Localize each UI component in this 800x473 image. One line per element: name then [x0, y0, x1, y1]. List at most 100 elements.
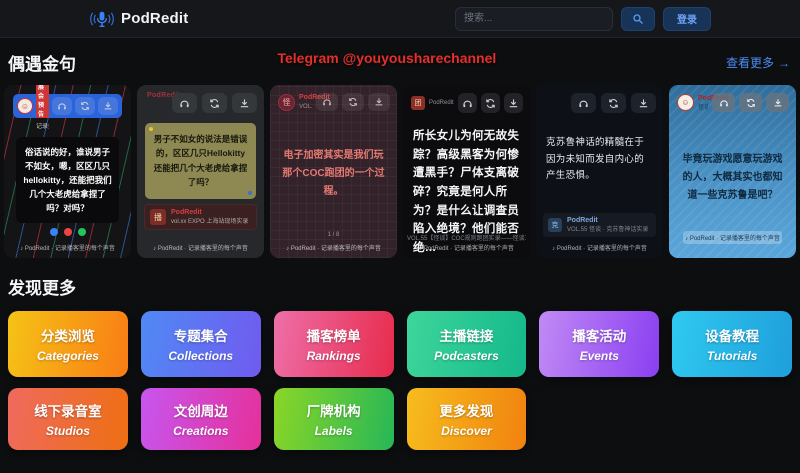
refresh-button[interactable] — [75, 97, 95, 115]
author-name: PodRedit — [299, 94, 330, 101]
card4-author-bar: 团 PodRedit — [411, 93, 524, 113]
category-button-rankings[interactable]: 播客榜单 Rankings — [273, 311, 394, 377]
brand[interactable]: PodRedit — [89, 9, 188, 29]
quote-text: 电子加密其实是我们玩那个COC跑团的一个过程。 — [282, 150, 385, 197]
category-button-tutorials[interactable]: 设备教程 Tutorials — [672, 311, 792, 377]
discover-section-title: 发现更多 — [8, 279, 76, 298]
category-button-categories[interactable]: 分类浏览 Categories — [8, 311, 128, 377]
headphones-icon — [462, 98, 473, 109]
download-icon — [773, 98, 783, 108]
category-button-creations[interactable]: 文创周边 Creations — [140, 388, 261, 450]
category-label-en: Labels — [314, 424, 353, 438]
refresh-button[interactable] — [739, 93, 762, 112]
quote-card-2[interactable]: PodRedit 男子不如女的说法是错误的，区区几只Hellokitty还能把几… — [137, 85, 264, 258]
author-subtitle: 怪谈 · 第四期 — [698, 104, 708, 111]
category-label-zh: 主播链接 — [439, 329, 494, 344]
quote-text: 男子不如女的说法是错误的，区区几只Hellokitty还能把几个大老虎给拿捏了吗… — [153, 134, 248, 188]
author-name: PodRedit — [171, 209, 202, 216]
quote-text: 俗话说的好，谁说男子不如女，嗯，区区几只hellokitty，还能把我们几个大老… — [16, 137, 119, 224]
category-button-podcasters[interactable]: 主播链接 Podcasters — [406, 311, 527, 377]
author-strip: 克 PodRedit VOL.55 怪谈 · 克苏鲁神话实录 — [543, 213, 656, 237]
category-label-zh: 文创周边 — [173, 404, 228, 419]
listen-button[interactable] — [712, 93, 735, 112]
download-button[interactable] — [503, 93, 524, 113]
avatar: ☺ — [677, 94, 694, 111]
quote-card-4[interactable]: 团 PodRedit 所长女儿为何无故失踪？高级黑客为何惨遭黑手？尸体支离破碎？… — [403, 85, 530, 258]
quote-card-1[interactable]: ☺ 展会预告 记录播客的每个声音 俗话说的好，谁说男子不如女，嗯，区区几只hel… — [4, 85, 131, 258]
category-label-zh: 分类浏览 — [40, 329, 95, 344]
download-button[interactable] — [766, 93, 789, 112]
refresh-icon — [608, 98, 619, 109]
category-label-en: Categories — [36, 349, 99, 363]
blue-dot — [49, 228, 58, 236]
search-button[interactable] — [621, 6, 655, 31]
avatar: 克 — [548, 218, 562, 232]
quotes-section-header: 偶遇金句 Telegram @youyousharechannel 查看更多 → — [0, 38, 800, 85]
avatar: 播 — [150, 209, 166, 225]
corner-dot — [149, 127, 153, 131]
refresh-icon — [209, 98, 220, 109]
download-icon — [638, 98, 649, 109]
download-button[interactable] — [232, 93, 257, 113]
view-more-label: 查看更多 — [725, 56, 774, 70]
search-icon — [632, 13, 644, 25]
headphones-icon — [57, 101, 67, 111]
category-button-studios[interactable]: 线下录音室 Studios — [8, 388, 128, 450]
download-button[interactable] — [98, 97, 118, 115]
quote-card-5[interactable]: 克苏鲁神话的精髓在于因为未知而发自内心的产生恐惧。 克 PodRedit VOL… — [536, 85, 663, 258]
category-label-en: Podcasters — [434, 349, 499, 363]
headphones-icon — [719, 98, 729, 108]
download-icon — [239, 98, 250, 109]
refresh-button[interactable] — [480, 93, 500, 113]
category-label-zh: 线下录音室 — [34, 404, 102, 419]
download-button[interactable] — [368, 93, 390, 111]
quote-text: 毕竟玩游戏愿意玩游戏的人，大概其实也都知道一些克苏鲁是吧？ — [682, 154, 783, 201]
headphones-icon — [578, 98, 589, 109]
author-subtitle: VOL.55 怪谈 · 克苏鲁神话实录 — [567, 227, 649, 233]
quote-card-row: ☺ 展会预告 记录播客的每个声音 俗话说的好，谁说男子不如女，嗯，区区几只hel… — [0, 85, 800, 258]
app-header: PodRedit 登录 — [0, 0, 800, 38]
avatar: 团 — [411, 96, 425, 110]
listen-button[interactable] — [52, 97, 72, 115]
avatar: 怪 — [278, 93, 295, 111]
quotes-section-title: 偶遇金句 — [8, 55, 76, 74]
refresh-icon — [746, 98, 756, 108]
refresh-button[interactable] — [202, 93, 227, 113]
card6-author-bar: ☺ PodRedit 怪谈 · 第四期 — [677, 93, 789, 112]
quote-box: 男子不如女的说法是错误的，区区几只Hellokitty还能把几个大老虎给拿捏了吗… — [145, 123, 256, 199]
listen-button[interactable] — [571, 93, 596, 113]
quote-card-3[interactable]: 怪 PodRedit VOL.55 · 怪谈工坊 电子加密其实是我们玩那个COC… — [270, 85, 397, 258]
color-dots — [4, 228, 131, 236]
download-button[interactable] — [631, 93, 656, 113]
listen-button[interactable] — [457, 93, 477, 113]
category-label-en: Collections — [168, 349, 234, 363]
category-button-discover[interactable]: 更多发现 Discover — [406, 388, 527, 450]
category-button-events[interactable]: 播客活动 Events — [539, 311, 660, 377]
quote-card-6[interactable]: ☺ PodRedit 怪谈 · 第四期 毕竟玩游戏愿意玩游戏的人，大概其实也都知… — [669, 85, 796, 258]
card-footer: ♪ PodRedit · 记录播客里的每个声音 — [20, 246, 115, 252]
author-name: PodRedit — [567, 217, 598, 224]
refresh-icon — [348, 97, 358, 107]
listen-button[interactable] — [172, 93, 197, 113]
card-footer: ♪ PodRedit · 记录播客里的每个声音 — [419, 246, 514, 252]
view-more-link[interactable]: 查看更多 → — [726, 54, 790, 71]
category-label-zh: 厂牌机构 — [306, 404, 361, 419]
category-label-en: Studios — [45, 424, 90, 438]
author-subtitle: VOL.55 · 怪谈工坊 — [299, 104, 312, 110]
category-button-labels[interactable]: 厂牌机构 Labels — [273, 388, 394, 450]
search-input[interactable] — [455, 6, 613, 31]
card-footer: ♪ PodRedit · 记录播客里的每个声音 — [552, 246, 647, 252]
category-label-zh: 设备教程 — [705, 329, 760, 344]
category-label-en: Rankings — [306, 349, 361, 363]
headphones-icon — [322, 97, 332, 107]
refresh-button[interactable] — [601, 93, 626, 113]
discover-grid-row-2: 线下录音室 Studios 文创周边 Creations 厂牌机构 Labels… — [0, 388, 800, 450]
listen-button[interactable] — [316, 93, 338, 111]
category-label-en: Tutorials — [706, 349, 758, 363]
card3-author-bar: 怪 PodRedit VOL.55 · 怪谈工坊 — [278, 93, 390, 111]
refresh-button[interactable] — [342, 93, 364, 111]
category-button-collections[interactable]: 专题集合 Collections — [140, 311, 261, 377]
login-button[interactable]: 登录 — [663, 6, 711, 31]
author-subtitle: 记录播客的每个声音 — [36, 124, 49, 130]
arrow-right-icon: → — [778, 55, 790, 70]
